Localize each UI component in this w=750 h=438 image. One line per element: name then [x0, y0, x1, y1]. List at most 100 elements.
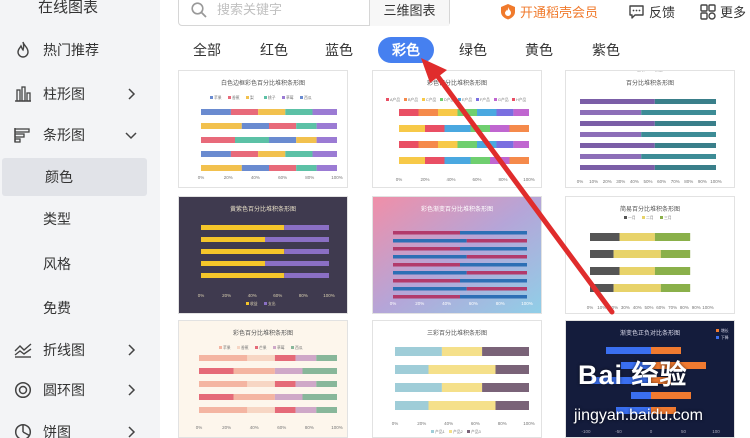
- sidebar-item-hot[interactable]: 热门推荐: [0, 32, 160, 68]
- template-card[interactable]: 0% 20% 40% 60% 80% 100% 产品1 产品2 产品3 三彩百分比堆积条形图: [372, 320, 542, 438]
- sidebar-item-type[interactable]: 类型: [0, 201, 160, 237]
- svg-text:草莓: 草莓: [286, 95, 294, 100]
- sidebar-item-bar[interactable]: 条形图: [0, 117, 160, 153]
- tab-yellow[interactable]: 黄色: [518, 37, 560, 63]
- card-thumbnail: 0% 20% 40% 60% 80% 100% 苹果 香蕉 芒果 草莓 西瓜: [196, 345, 343, 430]
- svg-text:60%: 60%: [273, 293, 282, 298]
- more-link[interactable]: 更多: [700, 2, 746, 21]
- sidebar-item-column[interactable]: 柱形图: [0, 76, 160, 112]
- svg-text:20%: 20%: [224, 175, 233, 180]
- svg-text:香蕉: 香蕉: [241, 345, 249, 350]
- svg-text:70%: 70%: [668, 305, 677, 310]
- svg-text:西瓜: 西瓜: [304, 95, 312, 100]
- svg-text:支出: 支出: [268, 301, 276, 306]
- svg-text:80%: 80%: [496, 301, 505, 306]
- svg-text:苹果: 苹果: [214, 95, 222, 100]
- card-title: 渐变色正负对比条形图: [619, 331, 680, 337]
- watermark-url: jingyan.baidu.com: [574, 407, 703, 424]
- svg-text:10%: 10%: [589, 179, 598, 184]
- svg-text:80%: 80%: [684, 179, 693, 184]
- sidebar-title[interactable]: 在线图表: [38, 0, 98, 17]
- tab-red[interactable]: 红色: [253, 37, 295, 63]
- sidebar-item-label: 热门推荐: [43, 42, 99, 58]
- sidebar-item-pie[interactable]: 饼图: [0, 414, 160, 438]
- template-card[interactable]: 0% 10% 20% 30% 40% 50% 60% 70% 80% 90%100% 选项 数据 百分…: [565, 70, 735, 188]
- svg-text:50%: 50%: [644, 305, 653, 310]
- card-thumbnail: 0% 10% 20% 30% 40% 50% 60% 70% 80% 90%100% 选项 数据: [577, 71, 722, 184]
- svg-text:20%: 20%: [222, 293, 231, 298]
- sidebar-item-label: 圆环图: [43, 382, 85, 398]
- sidebar-item-line[interactable]: 折线图: [0, 332, 160, 368]
- svg-text:芒果: 芒果: [259, 345, 267, 350]
- svg-text:30%: 30%: [621, 305, 630, 310]
- search-box: 三维图表: [178, 0, 450, 26]
- sidebar-item-label: 条形图: [43, 127, 85, 143]
- sidebar-item-label: 风格: [43, 256, 71, 272]
- sidebar-item-label: 折线图: [43, 342, 85, 358]
- template-card[interactable]: 0% 20% 40% 60% 80% 100% 苹果 香蕉 梨 桃子 草莓 西瓜 白色边框彩色百分比堆…: [178, 70, 348, 188]
- sidebar: 在线图表 热门推荐 柱形图 条形图 颜色 类型 风格 免费 折线图 圆环图 饼图: [0, 0, 160, 438]
- sidebar-item-label: 免费: [43, 300, 71, 316]
- vip-label: 开通稻壳会员: [520, 5, 599, 20]
- tab-blue[interactable]: 蓝色: [318, 37, 360, 63]
- svg-text:产品1: 产品1: [435, 429, 445, 434]
- card-title: 彩色百分比堆积条形图: [426, 81, 487, 87]
- svg-text:0%: 0%: [390, 301, 397, 306]
- svg-text:西瓜: 西瓜: [295, 345, 303, 350]
- sidebar-item-style[interactable]: 风格: [0, 246, 160, 282]
- card-thumbnail: 0% 20% 40% 60% 80% 100% 收益 支出: [179, 197, 347, 313]
- donut-chart-icon: [14, 381, 32, 399]
- svg-text:10%: 10%: [597, 305, 606, 310]
- svg-text:70%: 70%: [671, 179, 680, 184]
- svg-text:G产品: G产品: [498, 97, 509, 102]
- template-card[interactable]: 0% 10% 20% 30% 40% 50% 60% 70% 80% 90% 100% 一月 二月 三月 …: [565, 196, 735, 314]
- sidebar-item-donut[interactable]: 圆环图: [0, 372, 160, 408]
- sidebar-item-color[interactable]: 颜色: [2, 158, 147, 196]
- svg-text:60%: 60%: [278, 175, 287, 180]
- vip-badge-icon: [501, 4, 515, 20]
- vip-link[interactable]: 开通稻壳会员: [500, 2, 598, 21]
- card-title: 三彩百分比堆积条形图: [426, 331, 487, 337]
- search-input[interactable]: [217, 2, 357, 17]
- svg-text:产品2: 产品2: [453, 429, 463, 434]
- svg-text:60%: 60%: [471, 421, 480, 426]
- svg-text:草莓: 草莓: [277, 345, 285, 350]
- svg-text:60%: 60%: [657, 179, 666, 184]
- chevron-right-icon: [128, 426, 136, 438]
- svg-text:60%: 60%: [656, 305, 665, 310]
- tab-purple[interactable]: 紫色: [585, 37, 627, 63]
- bar-chart-icon: [14, 126, 32, 144]
- svg-text:50%: 50%: [643, 179, 652, 184]
- card-thumbnail: 0% 10% 20% 30% 40% 50% 60% 70% 80% 90% 100% 一月 二月 三月: [587, 215, 714, 310]
- svg-text:40%: 40%: [248, 293, 257, 298]
- svg-text:80%: 80%: [498, 421, 507, 426]
- app-window: 在线图表 热门推荐 柱形图 条形图 颜色 类型 风格 免费 折线图 圆环图 饼图…: [0, 0, 750, 438]
- search-3d-button[interactable]: 三维图表: [369, 0, 449, 26]
- search-icon[interactable]: [191, 2, 207, 18]
- chevron-right-icon: [128, 344, 136, 356]
- svg-text:40%: 40%: [630, 179, 639, 184]
- tab-green[interactable]: 绿色: [452, 37, 494, 63]
- card-thumbnail: 0% 20% 40% 60% 80% 100% A产品 B产品 C产品 D产品 E产品 F产品 G产品 H…: [386, 97, 535, 182]
- feedback-link[interactable]: 反馈: [628, 2, 675, 21]
- tab-multicolor[interactable]: 彩色: [378, 37, 434, 63]
- pie-chart-icon: [14, 423, 32, 438]
- svg-text:90%: 90%: [692, 305, 701, 310]
- template-card[interactable]: 0% 20% 40% 60% 80% 100% 收益 支出 黄紫色百分比堆积条形图: [178, 196, 348, 314]
- flame-icon: [14, 41, 32, 59]
- card-title: 黄紫色百分比堆积条形图: [229, 207, 296, 213]
- template-card[interactable]: 0% 20% 40% 60% 80% 100% 苹果 香蕉 芒果 草莓 西瓜 彩色百分比堆积条形图: [178, 320, 348, 438]
- template-card[interactable]: 0% 20% 40% 60% 80% 100% A产品 B产品 C产品 D产品 E产品 F产品 G产品 H…: [372, 70, 542, 188]
- svg-text:60%: 60%: [469, 301, 478, 306]
- svg-text:40%: 40%: [251, 175, 260, 180]
- svg-text:20%: 20%: [420, 177, 429, 182]
- card-title: 彩色渐变百分比堆积条形图: [420, 207, 493, 213]
- svg-text:100%: 100%: [710, 179, 722, 184]
- tab-all[interactable]: 全部: [186, 37, 228, 63]
- svg-text:20%: 20%: [603, 179, 612, 184]
- svg-text:80%: 80%: [680, 305, 689, 310]
- template-card[interactable]: 0% 20% 40% 60% 80% 100% 彩色渐变百分比堆积条形图: [372, 196, 542, 314]
- sidebar-item-free[interactable]: 免费: [0, 290, 160, 326]
- svg-text:香蕉: 香蕉: [232, 95, 240, 100]
- svg-text:40%: 40%: [446, 177, 455, 182]
